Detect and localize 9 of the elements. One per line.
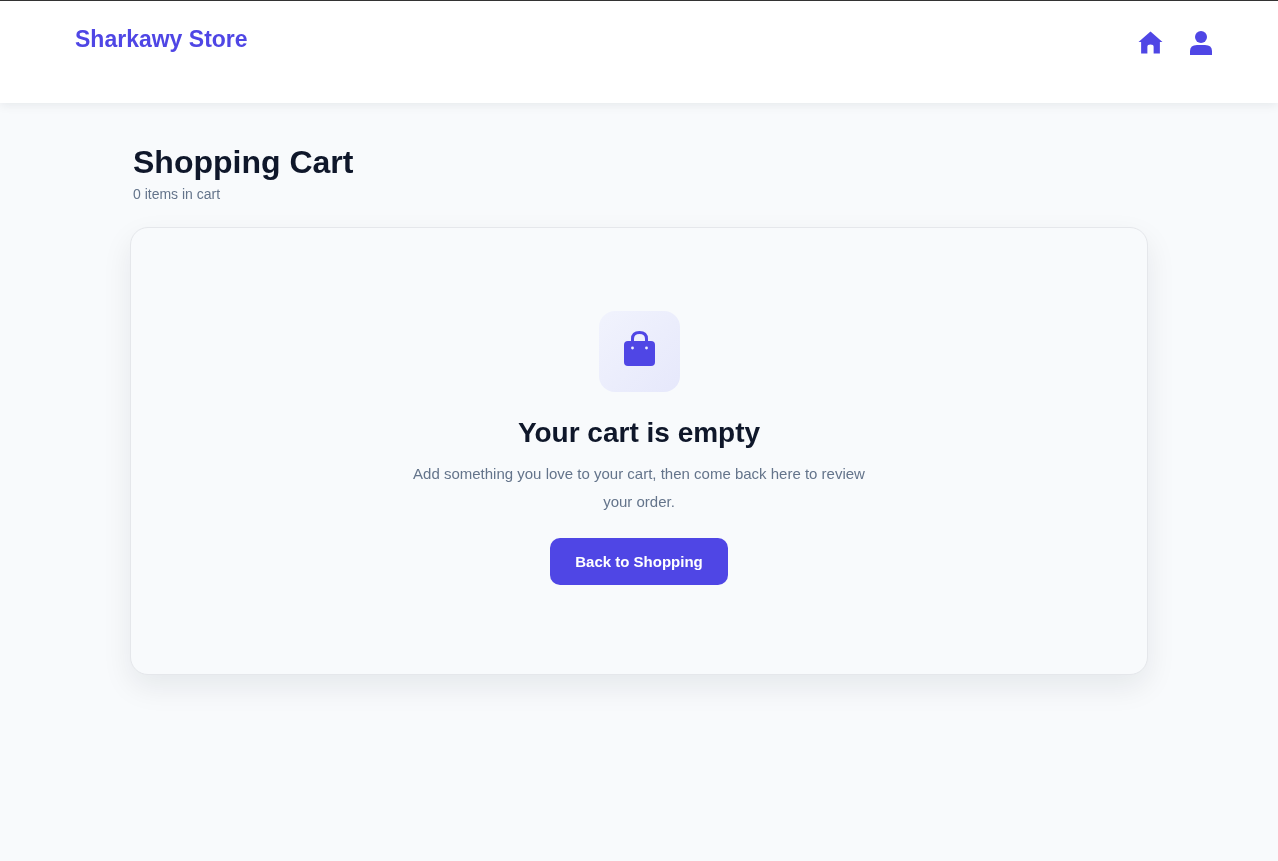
page-title: Shopping Cart [132,143,354,181]
back-to-shopping-button[interactable]: Back to Shopping [550,538,728,585]
user-icon[interactable] [1190,31,1212,55]
home-icon[interactable] [1138,31,1163,54]
brand-link[interactable]: Sharkawy Store [75,26,248,52]
empty-cart-heading: Your cart is empty [517,416,761,450]
item-count: 0 items in cart [132,185,221,203]
empty-cart-message: Add something you love to your cart, then come back here to review your order. [412,464,866,512]
shopping-bag-icon [598,311,680,392]
